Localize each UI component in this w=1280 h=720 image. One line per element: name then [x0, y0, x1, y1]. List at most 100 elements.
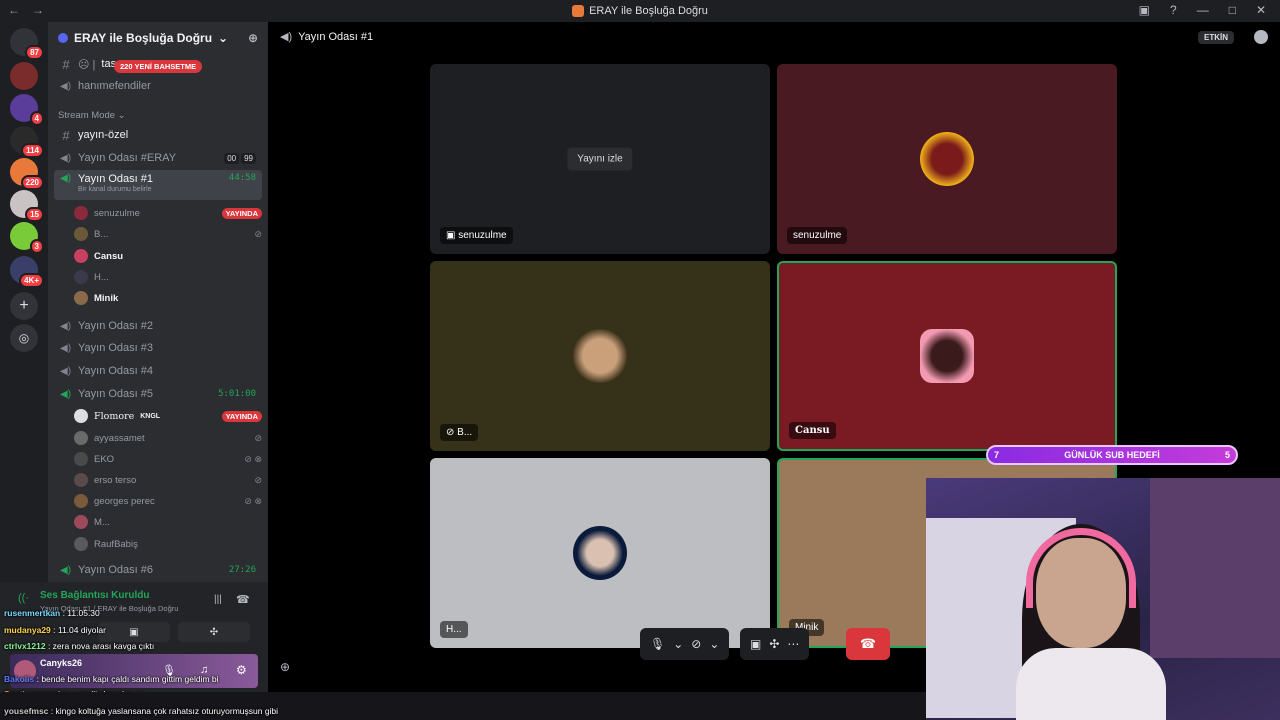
- voice-user[interactable]: EKO ⊘ ⊗: [74, 449, 262, 469]
- home-button[interactable]: 87: [10, 28, 44, 60]
- server-icon: [572, 5, 585, 17]
- channel-room-3[interactable]: ◀) Yayın Odası #3: [54, 338, 262, 358]
- mic-muted-icon: ⊘: [254, 228, 262, 239]
- chat-bubble-icon[interactable]: [1254, 30, 1268, 44]
- more-icon[interactable]: ⋯: [787, 637, 799, 651]
- server-folder[interactable]: 4K+: [10, 256, 44, 288]
- notif-badge: 114: [21, 143, 44, 158]
- minimize-button[interactable]: —: [1197, 3, 1209, 17]
- invite-icon[interactable]: ⊕: [280, 660, 290, 674]
- chat-user: mudanya29: [4, 625, 51, 635]
- channel-yayin-ozel[interactable]: # yayın-özel: [54, 125, 262, 145]
- channel-hanimefendiler[interactable]: ◀) hanımefendiler: [54, 76, 262, 96]
- activity-badge[interactable]: ETKİN: [1198, 31, 1234, 44]
- voice-status[interactable]: Ses Bağlantısı Kuruldu: [40, 590, 149, 601]
- screen-share-icon[interactable]: ▣: [750, 637, 761, 651]
- channel-room-1[interactable]: ◀) Yayın Odası #1 Bir kanal durumu belir…: [54, 170, 262, 200]
- hash-icon: #: [62, 127, 70, 143]
- add-member-icon[interactable]: ⊕: [248, 31, 258, 45]
- activity-button[interactable]: ✣: [178, 622, 250, 642]
- disconnect-icon[interactable]: ☎: [236, 593, 250, 606]
- video-tile[interactable]: ⊘ B...: [430, 261, 770, 451]
- chat-user: ctrlvx1212: [4, 641, 46, 651]
- user-name: Flomore: [94, 410, 135, 422]
- server-icon-6[interactable]: 3: [10, 222, 44, 254]
- avatar: [573, 329, 627, 383]
- watch-stream-button[interactable]: Yayını izle: [567, 147, 633, 171]
- chevron-down-icon[interactable]: ⌄: [709, 637, 719, 651]
- sub-goal-bar: 7 GÜNLÜK SUB HEDEFİ 5: [986, 445, 1238, 465]
- tile-name: H...: [440, 621, 468, 638]
- voice-user[interactable]: RaufBabiş: [74, 534, 262, 554]
- chat-text: : 11.04 diyolar: [50, 625, 106, 635]
- voice-user[interactable]: georges perec ⊘ ⊗: [74, 491, 262, 511]
- channel-sidebar: ERAY ile Boşluğa Doğru ⌄ ⊕ # ☹ | tas 220…: [48, 22, 268, 582]
- channel-label: Yayın Odası #5: [78, 388, 154, 400]
- channel-label: yayın-özel: [78, 129, 129, 141]
- channel-room-eray[interactable]: ◀) Yayın Odası #ERAY 00 99: [54, 148, 262, 168]
- notif-badge: 4: [29, 111, 44, 126]
- avatar: [74, 206, 88, 220]
- tile-name: senuzulme: [787, 227, 848, 244]
- chat-line: ctrlvx1212 : zera nova arası kavga çıktı: [4, 641, 154, 651]
- guild-name: ERAY ile Boşluğa Doğru: [74, 31, 213, 45]
- video-tile[interactable]: H...: [430, 458, 770, 648]
- maximize-button[interactable]: □: [1229, 3, 1236, 17]
- speaker-icon: ◀): [60, 173, 72, 184]
- forward-arrow-icon[interactable]: →: [32, 3, 44, 17]
- channel-label: Yayın Odası #3: [78, 342, 154, 354]
- add-server-icon[interactable]: +: [10, 292, 38, 320]
- help-icon[interactable]: ?: [1170, 3, 1177, 17]
- activity-icon: ✣: [209, 626, 219, 638]
- tile-name: senuzulme: [458, 230, 507, 241]
- category-stream-mode[interactable]: Stream Mode ⌄: [58, 110, 126, 121]
- voice-user[interactable]: Cansu: [74, 246, 262, 266]
- voice-user[interactable]: Flomore KNGL YAYINDA: [74, 406, 262, 426]
- inbox-icon[interactable]: ▣: [1139, 3, 1150, 17]
- server-icon-1[interactable]: [10, 62, 38, 90]
- voice-user[interactable]: M...: [74, 512, 262, 532]
- server-icon-3[interactable]: 114: [10, 126, 44, 158]
- channel-room-5[interactable]: ◀) Yayın Odası #5 5:01:00: [54, 384, 262, 404]
- channel-room-4[interactable]: ◀) Yayın Odası #4: [54, 361, 262, 381]
- channel-room-2[interactable]: ◀) Yayın Odası #2: [54, 316, 262, 336]
- voice-user[interactable]: ayyassamet ⊘: [74, 428, 262, 448]
- voice-user[interactable]: senuzulme YAYINDA: [74, 203, 262, 223]
- tile-label: ⊘ B...: [440, 424, 479, 441]
- activity-icon[interactable]: ✣: [769, 637, 779, 651]
- video-tile-speaking[interactable]: Cansu: [777, 261, 1117, 451]
- mention-pill[interactable]: 220 YENİ BAHSETME: [114, 60, 203, 73]
- user-limit: 99: [241, 152, 256, 164]
- discover-icon[interactable]: ◎: [10, 324, 38, 352]
- voice-user[interactable]: B... ⊘: [74, 224, 262, 244]
- video-tile[interactable]: Yayını izle ▣ senuzulme: [430, 64, 770, 254]
- noise-suppression-icon[interactable]: |||: [214, 594, 222, 605]
- channel-status[interactable]: Bir kanal durumu belirle: [78, 186, 153, 193]
- hangup-button[interactable]: ☎: [846, 628, 890, 660]
- voice-user[interactable]: H...: [74, 267, 262, 287]
- server-icon-2[interactable]: 4: [10, 94, 44, 126]
- video-tile[interactable]: senuzulme: [777, 64, 1117, 254]
- guild-header[interactable]: ERAY ile Boşluğa Doğru ⌄ ⊕: [48, 22, 268, 54]
- chevron-down-icon[interactable]: ⌄: [673, 637, 683, 651]
- avatar: [74, 473, 88, 487]
- server-icon-active[interactable]: 220: [10, 158, 44, 190]
- chat-user: rusenmertkan: [4, 608, 61, 618]
- channel-room-6[interactable]: ◀) Yayın Odası #6 27:26: [54, 560, 262, 580]
- deafened-icon: ⊘ ⊗: [244, 495, 262, 506]
- mic-muted-icon: ⊘: [254, 432, 262, 443]
- speaker-icon: ◀): [60, 366, 72, 377]
- server-icon-5[interactable]: 15: [10, 190, 44, 222]
- voice-user[interactable]: erso terso ⊘: [74, 470, 262, 490]
- speaker-icon: ◀): [60, 81, 72, 92]
- stage-channel-name: Yayın Odası #1: [298, 30, 374, 43]
- camera-off-icon[interactable]: ⊘: [691, 637, 701, 651]
- chat-user: Bakolis: [4, 674, 35, 684]
- close-button[interactable]: ✕: [1256, 3, 1266, 17]
- screen-share-button[interactable]: ▣: [98, 622, 170, 642]
- mic-icon[interactable]: 🎙: [650, 637, 665, 651]
- avatar: [920, 132, 974, 186]
- gear-icon[interactable]: ⚙: [236, 663, 247, 677]
- back-arrow-icon[interactable]: ←: [8, 3, 20, 17]
- voice-user[interactable]: Minik: [74, 288, 262, 308]
